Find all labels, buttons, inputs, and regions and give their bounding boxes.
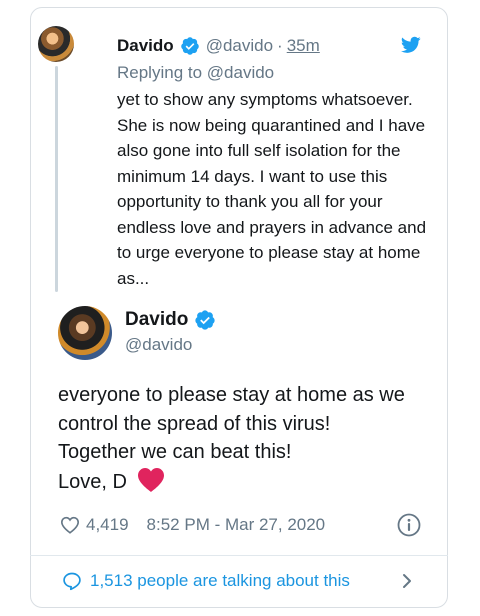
replying-to[interactable]: Replying to @davido — [117, 63, 274, 83]
speech-bubble-icon — [63, 572, 81, 591]
talking-count-text[interactable]: 1,513 people are talking about this — [90, 571, 350, 591]
heart-outline-icon[interactable] — [60, 516, 80, 534]
quoted-time-link[interactable]: 35m — [287, 36, 320, 56]
info-icon[interactable] — [397, 513, 421, 537]
divider — [30, 555, 448, 556]
conversation-link[interactable]: 1,513 people are talking about this — [62, 570, 350, 592]
separator-dot: · — [277, 36, 283, 55]
author-name[interactable]: Davido — [125, 309, 188, 331]
quoted-author-name[interactable]: Davido — [117, 36, 174, 56]
verified-badge-icon — [195, 310, 215, 330]
author-avatar[interactable] — [58, 306, 112, 360]
quoted-header: Davido @davido · 35m — [117, 36, 320, 56]
tweet-text-line: Together we can beat this! — [58, 441, 292, 463]
author-handle[interactable]: @davido — [125, 335, 192, 355]
tweet-text: everyone to please stay at home as we co… — [58, 381, 438, 496]
thread-line — [55, 66, 58, 292]
like-count[interactable]: 4,419 — [86, 515, 129, 535]
quoted-tweet-text: yet to show any symptoms whatsoever. She… — [117, 90, 427, 288]
tweet-meta: 4,419 8:52 PM - Mar 27, 2020 — [60, 514, 325, 536]
verified-badge-icon — [180, 37, 199, 55]
quoted-author-handle[interactable]: @davido — [206, 36, 273, 56]
tweet-text-line-signoff: Love, D — [58, 467, 438, 497]
tweet-timestamp[interactable]: 8:52 PM - Mar 27, 2020 — [147, 515, 326, 535]
tweet-text-line: Love, D — [58, 470, 127, 493]
tweet-text-line: everyone to please stay at home as we co… — [58, 384, 405, 435]
chevron-right-icon[interactable] — [400, 573, 414, 589]
twitter-bird-icon[interactable] — [401, 36, 421, 54]
author-name-row: Davido — [125, 309, 216, 331]
red-heart-emoji-icon — [137, 467, 164, 492]
quoted-avatar[interactable] — [38, 26, 74, 62]
